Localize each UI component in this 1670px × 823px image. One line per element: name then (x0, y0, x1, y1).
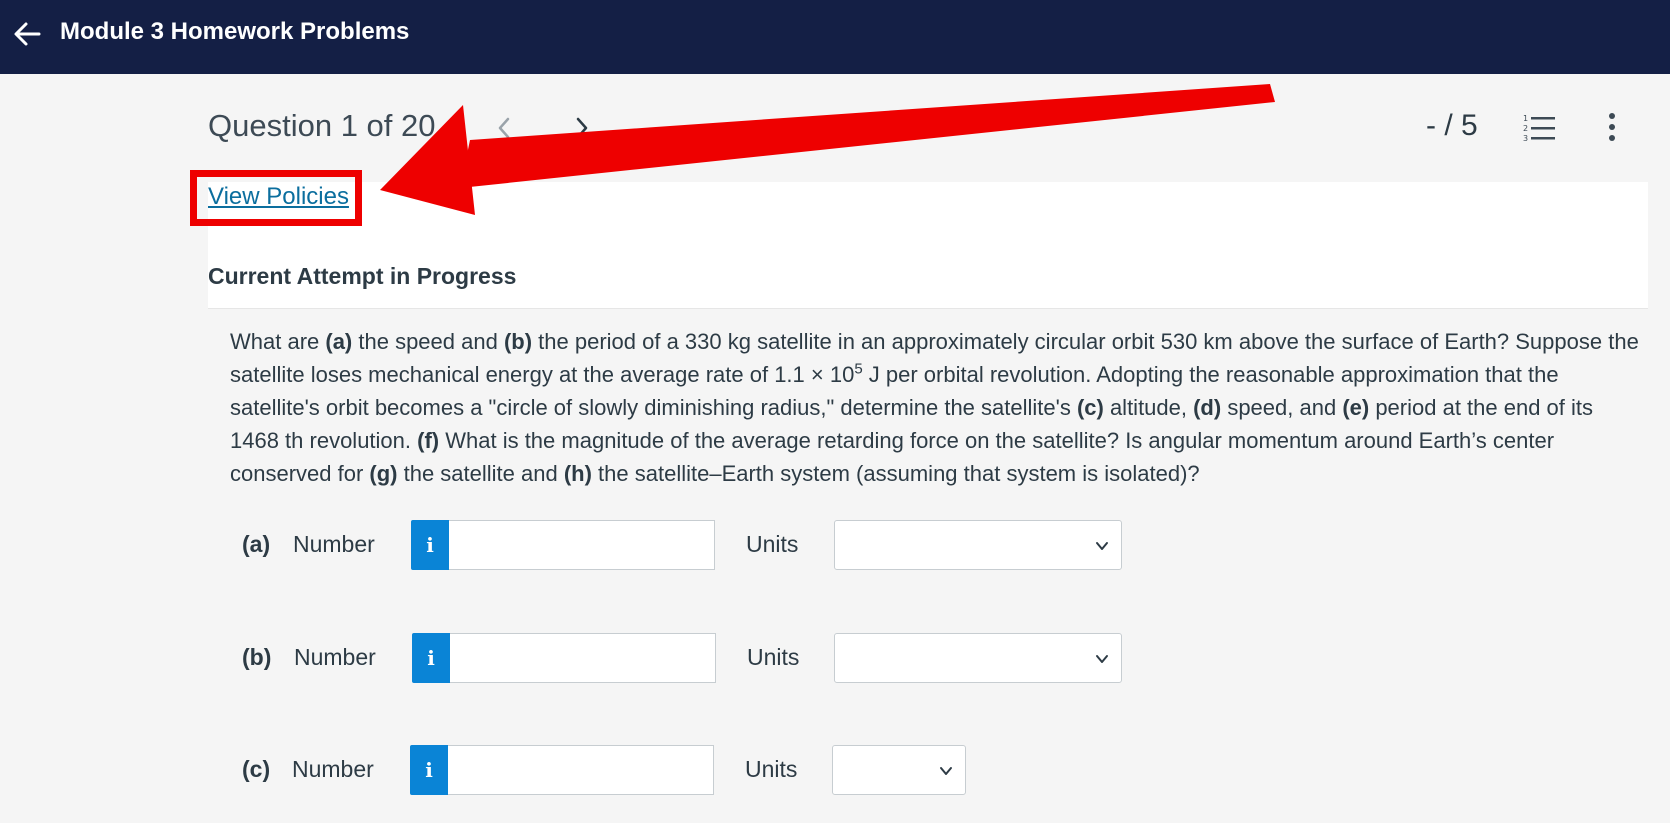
info-icon[interactable]: i (411, 520, 449, 570)
answer-row-c: (c) Number i Units (0, 745, 1670, 795)
chevron-right-icon (576, 117, 588, 139)
question-text-segment: the satellite–Earth system (assuming tha… (591, 461, 1200, 486)
page-title: Module 3 Homework Problems (60, 18, 410, 45)
svg-text:2: 2 (1523, 124, 1528, 133)
previous-question-button[interactable] (487, 111, 521, 145)
units-label: Units (745, 756, 798, 782)
part-reference: (e) (1342, 395, 1370, 420)
chevron-down-icon (940, 767, 952, 775)
part-reference: (f) (417, 428, 440, 453)
answer-row-b: (b) Number i Units (0, 633, 1670, 683)
chevron-down-icon (1096, 542, 1108, 550)
part-reference: (h) (563, 461, 592, 486)
question-text-segment: the speed and (352, 329, 504, 354)
part-reference: (b) (503, 329, 533, 354)
back-arrow-icon[interactable] (12, 19, 42, 49)
number-input-b[interactable] (450, 633, 716, 683)
more-options-button[interactable] (1600, 110, 1624, 144)
part-label: (c) (242, 756, 271, 782)
number-label: Number (292, 756, 374, 782)
part-reference: (a) (325, 329, 353, 354)
info-icon[interactable]: i (412, 633, 450, 683)
exponent: 5 (854, 360, 863, 378)
part-label: (b) (242, 644, 272, 670)
number-input-c[interactable] (448, 745, 714, 795)
question-text-segment: speed, and (1221, 395, 1343, 420)
chevron-left-icon (498, 117, 510, 139)
units-select-a[interactable] (834, 520, 1122, 570)
svg-text:1: 1 (1523, 114, 1528, 123)
vertical-ellipsis-icon (1609, 113, 1615, 141)
question-text: What are (a) the speed and (b) the perio… (230, 325, 1640, 490)
question-text-segment: the satellite and (397, 461, 564, 486)
chevron-down-icon (1096, 655, 1108, 663)
question-counter: Question 1 of 20 (208, 108, 436, 143)
question-text-segment: altitude, (1103, 395, 1194, 420)
info-icon[interactable]: i (410, 745, 448, 795)
part-reference: (d) (1193, 395, 1222, 420)
number-input-a[interactable] (449, 520, 715, 570)
number-label: Number (293, 531, 375, 557)
part-reference: (c) (1076, 395, 1104, 420)
answer-row-a: (a) Number i Units (0, 520, 1670, 570)
numbered-list-icon: 1 2 3 (1523, 114, 1555, 143)
left-gutter (0, 182, 208, 823)
part-label: (a) (242, 531, 271, 557)
attempt-heading: Current Attempt in Progress (208, 263, 517, 289)
svg-text:3: 3 (1523, 134, 1528, 143)
question-text-segment: What are (230, 329, 326, 354)
units-label: Units (746, 531, 799, 557)
question-list-button[interactable]: 1 2 3 (1523, 112, 1557, 144)
number-label: Number (294, 644, 376, 670)
score-display: - / 5 (1426, 109, 1478, 142)
units-select-b[interactable] (834, 633, 1122, 683)
next-question-button[interactable] (565, 111, 599, 145)
units-label: Units (747, 644, 800, 670)
units-select-c[interactable] (832, 745, 966, 795)
view-policies-link[interactable]: View Policies (208, 183, 349, 211)
part-reference: (g) (369, 461, 398, 486)
